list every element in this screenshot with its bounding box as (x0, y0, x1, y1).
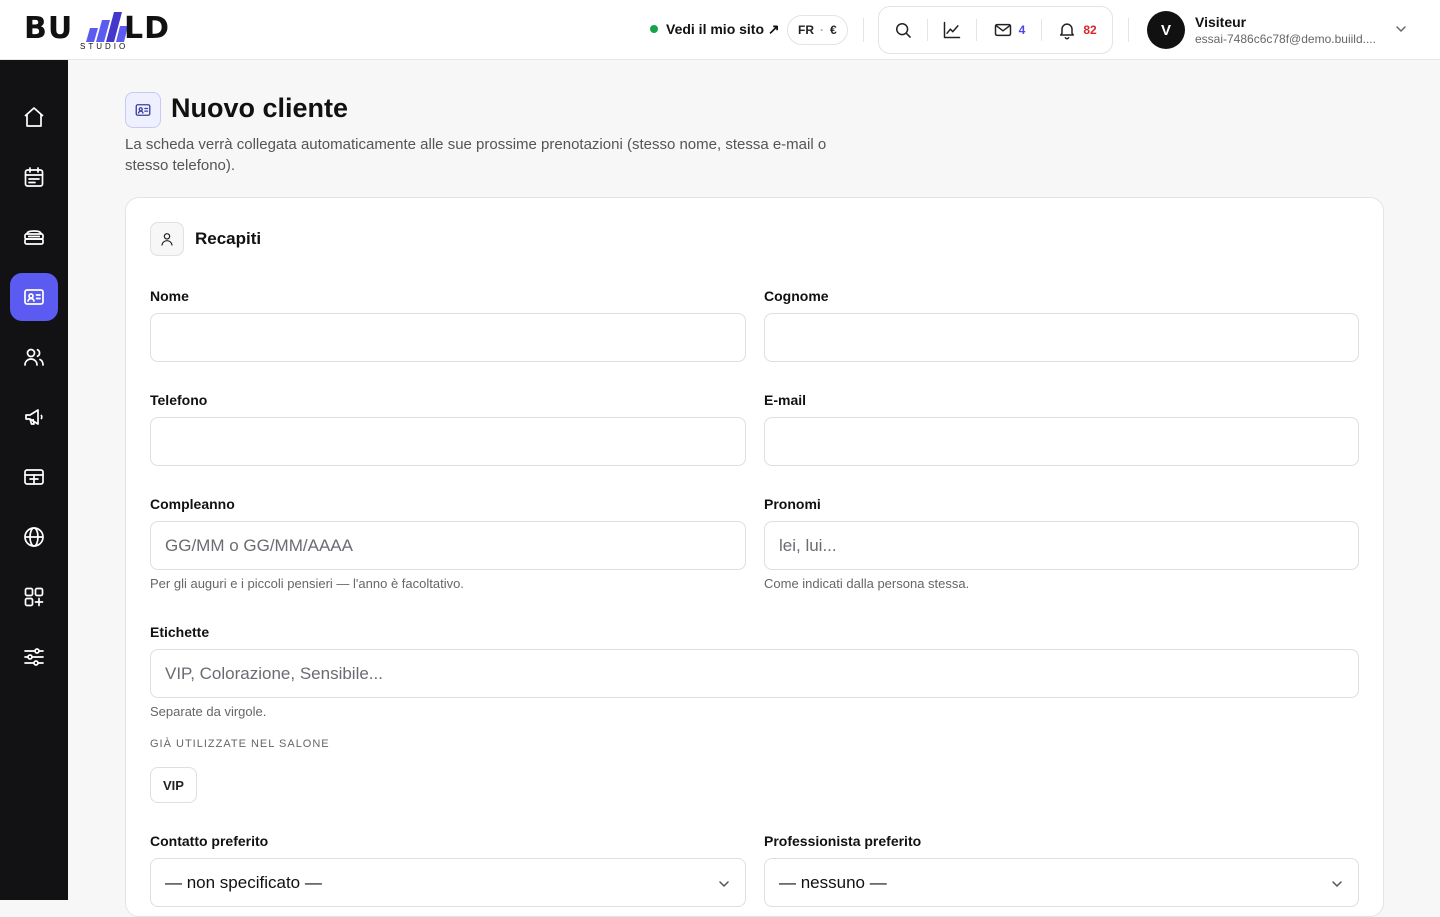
sidebar-item-settings[interactable] (10, 633, 58, 681)
toolbar-group: 4 82 (878, 6, 1113, 54)
email-field[interactable] (764, 417, 1359, 466)
user-name: Visiteur (1195, 14, 1247, 30)
pronomi-label: Pronomi (764, 496, 821, 512)
services-icon (24, 230, 44, 245)
contact-form-card: Recapiti Nome Cognome Telefono E-mail Co… (125, 197, 1384, 917)
language-currency-selector[interactable]: FR · € (787, 15, 848, 45)
logo[interactable]: BU LD STUDIO (24, 8, 184, 52)
sidebar-item-apps[interactable] (10, 573, 58, 621)
tags-field[interactable] (150, 649, 1359, 698)
birthday-field[interactable] (150, 521, 746, 570)
currency-symbol: € (830, 23, 837, 37)
section-title: Recapiti (195, 229, 262, 248)
tags-help-text: Separate da virgole. (150, 704, 267, 719)
online-status-dot (650, 25, 658, 33)
stats-button[interactable] (928, 7, 976, 53)
tag-chip-vip[interactable]: VIP (150, 767, 197, 803)
separator-dot: · (820, 23, 824, 37)
chevron-down-icon (719, 881, 729, 888)
sidebar-item-website[interactable] (10, 513, 58, 561)
sidebar-item-marketing[interactable] (10, 393, 58, 441)
professionista-label: Professionista preferito (764, 833, 922, 849)
top-bar: BU LD STUDIO Vedi il mio sito ↗ FR · € 4 (0, 0, 1440, 60)
etichette-label: Etichette (150, 624, 210, 640)
email-label: E-mail (764, 392, 807, 408)
apps-icon (24, 587, 44, 607)
megaphone-icon (25, 409, 43, 425)
used-tags-heading: GIÀ UTILIZZATE NEL SALONE (150, 738, 330, 750)
sidebar (0, 60, 68, 900)
search-button[interactable] (879, 7, 927, 53)
logo-text-left: BU (24, 11, 74, 46)
settings-sliders-icon (24, 648, 44, 666)
contatto-label: Contatto preferito (150, 833, 269, 849)
user-menu[interactable]: V Visiteur essai-7486c6c78f@demo.buiild.… (1147, 11, 1385, 49)
pronouns-help-text: Come indicati dalla persona stessa. (764, 576, 970, 591)
client-card-icon (24, 289, 44, 305)
client-card-icon (135, 104, 151, 116)
chevron-down-icon[interactable] (1394, 22, 1408, 36)
page-subtitle: La scheda verrà collegata automaticament… (125, 136, 827, 174)
notifications-button[interactable]: 82 (1042, 7, 1112, 53)
chart-line-icon (943, 21, 961, 39)
page-title-icon-box (125, 92, 161, 128)
divider (863, 18, 864, 42)
payment-icon (24, 469, 44, 485)
cognome-label: Cognome (764, 288, 829, 304)
notification-count-badge: 82 (1083, 23, 1097, 37)
nome-label: Nome (150, 288, 189, 304)
page-title: Nuovo cliente (171, 93, 349, 123)
section-icon-box (150, 222, 184, 256)
divider (1128, 18, 1129, 42)
chevron-down-icon (1332, 881, 1342, 888)
globe-icon (24, 527, 44, 547)
preferred-contact-value: — non specificato — (165, 872, 322, 892)
sidebar-item-calendar[interactable] (10, 153, 58, 201)
user-info: Visiteur essai-7486c6c78f@demo.buiild...… (1195, 14, 1385, 46)
telefono-field[interactable] (150, 417, 746, 466)
compleanno-label: Compleanno (150, 496, 235, 512)
telefono-label: Telefono (150, 392, 208, 408)
bell-icon (1060, 23, 1075, 40)
cognome-field[interactable] (764, 313, 1359, 362)
view-site-label: Vedi il mio sito ↗ (666, 20, 780, 37)
pronouns-field[interactable] (764, 521, 1359, 570)
preferred-professional-value: — nessuno — (779, 872, 887, 892)
mail-count-badge: 4 (1018, 23, 1026, 37)
calendar-icon (24, 167, 44, 187)
home-icon (24, 107, 44, 127)
sidebar-item-payments[interactable] (10, 453, 58, 501)
sidebar-item-team[interactable] (10, 333, 58, 381)
nome-field[interactable] (150, 313, 746, 362)
user-email: essai-7486c6c78f@demo.buiild.... (1195, 32, 1376, 46)
sidebar-item-clients[interactable] (10, 273, 58, 321)
messages-button[interactable]: 4 (977, 7, 1041, 53)
user-icon (161, 233, 173, 246)
team-icon (24, 348, 44, 366)
view-site-link[interactable]: Vedi il mio sito ↗ (650, 18, 780, 40)
search-icon (896, 23, 911, 38)
main-content: Nuovo cliente La scheda verrà collegata … (68, 60, 1440, 917)
sidebar-item-services[interactable] (10, 213, 58, 261)
logo-text-right: LD (124, 11, 171, 46)
sidebar-item-home[interactable] (10, 93, 58, 141)
birthday-help-text: Per gli auguri e i piccoli pensieri — l'… (150, 576, 464, 591)
mail-icon (994, 23, 1011, 37)
logo-subtitle: STUDIO (80, 42, 129, 51)
language-code: FR (798, 23, 814, 37)
avatar: V (1147, 11, 1185, 49)
